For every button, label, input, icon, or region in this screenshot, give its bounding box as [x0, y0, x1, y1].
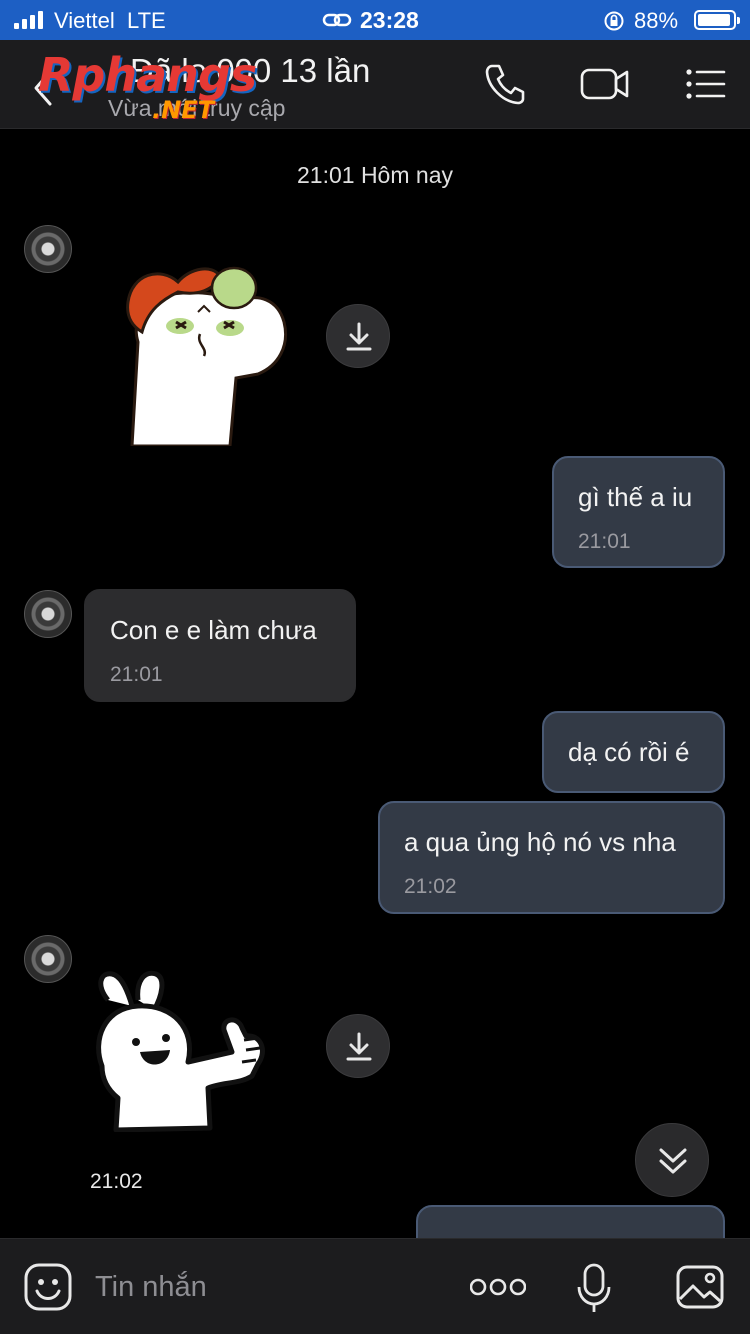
sticker-emoji-icon[interactable]	[24, 1263, 72, 1311]
message-bubble-outgoing[interactable]: gì thế a iu 21:01	[552, 456, 725, 568]
download-icon	[346, 322, 372, 351]
clock: 23:28	[360, 7, 419, 33]
phone-icon[interactable]	[484, 62, 526, 106]
chat-header: Đã lo 000 13 lần Vừa mới truy cập Rphang…	[0, 40, 750, 129]
scroll-to-bottom-button[interactable]	[635, 1123, 709, 1197]
download-icon	[346, 1032, 372, 1061]
rabbit-sticker[interactable]	[92, 970, 272, 1132]
message-bubble-outgoing[interactable]: dạ có rồi é	[542, 711, 725, 793]
contact-avatar[interactable]	[24, 225, 72, 273]
battery-icon	[694, 10, 740, 30]
message-text: a qua ủng hộ nó vs nha	[404, 827, 676, 857]
message-time: 21:01	[110, 663, 163, 686]
status-bar: Viettel LTE 23:28 88%	[0, 0, 750, 40]
message-input[interactable]: Tin nhắn	[95, 1271, 207, 1304]
contact-avatar[interactable]	[24, 590, 72, 638]
message-text: dạ có rồi é	[568, 737, 690, 767]
message-bubble-outgoing-partial[interactable]	[416, 1205, 725, 1238]
watermark-suffix: .NET	[152, 96, 214, 124]
hotspot-link-icon	[322, 13, 352, 27]
message-bubble-incoming[interactable]: Con e e làm chưa 21:01	[84, 589, 356, 702]
contact-avatar[interactable]	[24, 935, 72, 983]
message-bubble-outgoing[interactable]: a qua ủng hộ nó vs nha 21:02	[378, 801, 725, 914]
cat-sticker[interactable]	[118, 262, 290, 446]
video-call-icon[interactable]	[579, 62, 631, 106]
double-chevron-down-icon	[659, 1148, 687, 1174]
more-options-icon[interactable]	[470, 1275, 526, 1299]
menu-icon[interactable]	[684, 62, 728, 106]
sticker-time: 21:02	[90, 1170, 143, 1193]
download-button[interactable]	[326, 304, 390, 368]
message-time: 21:02	[404, 875, 457, 898]
message-list[interactable]: 21:01 Hôm nay gì thế a iu 21:01 Con e e …	[0, 130, 750, 1238]
watermark-logo: Rphangs	[38, 48, 257, 102]
download-button[interactable]	[326, 1014, 390, 1078]
carrier-label: Viettel LTE	[54, 8, 166, 33]
battery-percent: 88%	[634, 8, 679, 33]
date-separator: 21:01 Hôm nay	[297, 162, 453, 188]
message-text: Con e e làm chưa	[110, 615, 317, 645]
message-text: gì thế a iu	[578, 482, 693, 512]
image-gallery-icon[interactable]	[676, 1265, 724, 1309]
message-time: 21:01	[578, 530, 631, 553]
microphone-icon[interactable]	[576, 1263, 612, 1315]
signal-icon	[14, 11, 43, 29]
rotation-lock-icon	[604, 11, 624, 31]
message-composer: Tin nhắn	[0, 1238, 750, 1334]
